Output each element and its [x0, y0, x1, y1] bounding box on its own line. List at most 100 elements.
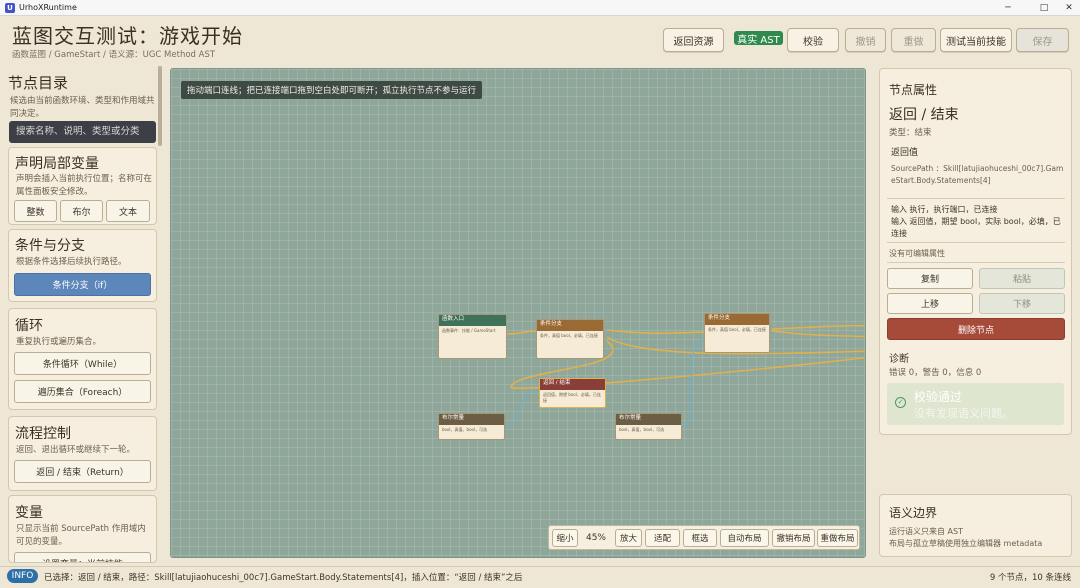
add-foreach-button[interactable]: 遍历集合（Foreach） [14, 380, 151, 403]
app-icon: U [5, 2, 15, 13]
undo-button[interactable]: 撤销 [845, 28, 886, 52]
status-message: 已选择：返回 / 结束，路径：Skill[latujiaohuceshi_00c… [44, 573, 523, 583]
semantic-desc: 运行语义只来自 AST 布局与孤立草稿使用独立编辑器 metadata [889, 527, 1043, 548]
section-title: 变量 [15, 505, 43, 521]
add-text-button[interactable]: 文本 [106, 200, 150, 222]
redo-layout-button[interactable]: 重做布局 [817, 529, 858, 547]
node-body: 返回值，期望 bool，必填，已连接 [543, 392, 601, 403]
node-inspector: 节点属性 返回 / 结束 类型：结束 返回值 SourcePath ：Skill… [879, 68, 1072, 435]
validation-result: ✓ 校验通过 没有发现语义问题。 [887, 383, 1064, 425]
sidebar-title: 节点目录 [8, 74, 69, 92]
add-while-button[interactable]: 条件循环（While） [14, 352, 151, 375]
sidebar-scrollbar[interactable] [158, 66, 162, 146]
node-title: 返回 / 结束 [540, 379, 605, 390]
node-title: 条件分支 [537, 320, 603, 331]
status-bar: INFO 已选择：返回 / 结束，路径：Skill[latujiaohucesh… [0, 566, 1080, 588]
node-if-2[interactable]: 条件分支 条件，真值 bool，必填，已连接 [704, 313, 770, 353]
move-down-button[interactable]: 下移 [979, 293, 1065, 314]
paste-node-button[interactable]: 粘贴 [979, 268, 1065, 289]
divider [887, 198, 1065, 199]
port-info: 输入 执行，执行端口，已连接 输入 返回值，期望 bool，实际 bool，必填… [891, 205, 1061, 238]
wire-branch-out-1[interactable] [771, 324, 866, 330]
validate-button[interactable]: 校验 [787, 28, 839, 52]
section-desc: 声明会插入当前执行位置；名称可在属性面板安全修改。 [16, 174, 153, 197]
section-locals: 声明局部变量 声明会插入当前执行位置；名称可在属性面板安全修改。 整数 布尔 文… [8, 147, 157, 225]
section-vars: 变量 只显示当前 SourcePath 作用域内可见的变量。 设置变量：当前技能 [8, 495, 157, 563]
return-label: 返回值 [891, 148, 919, 158]
wire-branch-out-2[interactable] [771, 330, 866, 338]
source-path: SourcePath ：Skill[latujiaohuceshi_00c7].… [891, 164, 1064, 185]
save-button[interactable]: 保存 [1016, 28, 1069, 52]
close-icon[interactable]: ✕ [1058, 0, 1080, 16]
sidebar-desc: 候选由当前函数环境、类型和作用域共同决定。 [10, 96, 155, 119]
section-branch: 条件与分支 根据条件选择后续执行路径。 条件分支（if） [8, 229, 157, 302]
add-if-node-button[interactable]: 条件分支（if） [14, 273, 151, 296]
semantic-title: 语义边界 [889, 506, 938, 520]
diagnostics-title: 诊断 [889, 354, 909, 365]
node-body: bool，真值，bool，可选 [442, 427, 488, 432]
set-variable-button[interactable]: 设置变量：当前技能 [14, 552, 151, 562]
section-title: 声明局部变量 [15, 156, 99, 172]
diagnostics-counts: 错误 0，警告 0，信息 0 [889, 368, 982, 378]
wire-entry-branch[interactable] [506, 330, 538, 335]
section-desc: 根据条件选择后续执行路径。 [16, 257, 127, 267]
section-loop: 循环 重复执行或遍历集合。 条件循环（While） 遍历集合（Foreach） [8, 308, 157, 410]
no-editable-props: 没有可编辑属性 [889, 249, 945, 258]
ast-status-badge: 真实 AST [734, 31, 783, 46]
page-title: 蓝图交互测试：游戏开始 [12, 24, 243, 48]
node-body: 条件，真值 bool，必填，已连接 [708, 327, 766, 332]
zoom-level: 45% [585, 533, 606, 543]
graph-counts: 9 个节点，10 条连线 [989, 573, 1071, 583]
zoom-out-button[interactable]: 缩小 [552, 529, 578, 547]
divider [887, 242, 1065, 243]
node-if-1[interactable]: 条件分支 条件，真值 bool，必填，已连接 [536, 319, 604, 359]
divider [887, 262, 1065, 263]
selected-node-name: 返回 / 结束 [889, 107, 959, 123]
redo-button[interactable]: 重做 [891, 28, 936, 52]
fit-button[interactable]: 适配 [645, 529, 680, 547]
node-title: 布尔常量 [616, 414, 681, 425]
node-bool-const-1[interactable]: 布尔常量 bool，真值，bool，可选 [438, 413, 505, 440]
log-level-badge: INFO [7, 569, 38, 583]
minimize-icon[interactable]: ─ [990, 0, 1026, 16]
window-title: UrhoXRuntime [19, 3, 77, 12]
wire-bool-return[interactable] [505, 390, 539, 427]
node-body: 函数事件：技能 / GameStart [442, 328, 496, 333]
test-skill-button[interactable]: 测试当前技能 [940, 28, 1012, 52]
check-circle-icon: ✓ [895, 397, 906, 408]
wire-branch-branch[interactable] [606, 329, 705, 335]
inspector-title: 节点属性 [889, 83, 938, 97]
copy-node-button[interactable]: 复制 [887, 268, 973, 289]
section-desc: 重复执行或遍历集合。 [16, 337, 102, 347]
maximize-icon[interactable]: □ [1026, 0, 1062, 16]
undo-layout-button[interactable]: 撤销布局 [772, 529, 815, 547]
delete-node-button[interactable]: 删除节点 [887, 318, 1065, 340]
semantic-boundary-panel: 语义边界 运行语义只来自 AST 布局与孤立草稿使用独立编辑器 metadata [879, 494, 1072, 557]
section-flow: 流程控制 返回、退出循环或继续下一轮。 返回 / 结束（Return） [8, 416, 157, 491]
blueprint-canvas[interactable]: 拖动端口连线；把已连接端口拖到空白处即可断开；孤立执行节点不参与运行 函数入口 … [170, 68, 866, 558]
box-select-button[interactable]: 框选 [683, 529, 717, 547]
node-title: 条件分支 [705, 314, 769, 325]
node-function-entry[interactable]: 函数入口 函数事件：技能 / GameStart [438, 314, 507, 359]
add-return-button[interactable]: 返回 / 结束（Return） [14, 460, 151, 483]
node-return[interactable]: 返回 / 结束 返回值，期望 bool，必填，已连接 [539, 378, 606, 408]
node-type: 类型：结束 [889, 128, 932, 138]
auto-layout-button[interactable]: 自动布局 [720, 529, 769, 547]
add-int-button[interactable]: 整数 [14, 200, 57, 222]
zoom-in-button[interactable]: 放大 [615, 529, 642, 547]
back-to-resources-button[interactable]: 返回资源 [663, 28, 724, 52]
add-bool-button[interactable]: 布尔 [60, 200, 103, 222]
section-desc: 只显示当前 SourcePath 作用域内可见的变量。 [16, 524, 146, 547]
section-title: 循环 [15, 318, 43, 334]
node-title: 布尔常量 [439, 414, 504, 425]
section-title: 条件与分支 [15, 238, 85, 254]
breadcrumb: 函数蓝图 / GameStart / 语义源：UGC Method AST [12, 50, 216, 60]
node-search-input[interactable]: 搜索名称、说明、类型或分类 [9, 121, 156, 143]
node-bool-const-2[interactable]: 布尔常量 bool，真值，bool，可选 [615, 413, 682, 440]
section-desc: 返回、退出循环或继续下一轮。 [16, 445, 136, 455]
validation-desc: 没有发现语义问题。 [914, 407, 1013, 420]
move-up-button[interactable]: 上移 [887, 293, 973, 314]
canvas-zoom-toolbar: 缩小 45% 放大 适配 框选 自动布局 撤销布局 重做布局 [548, 525, 860, 550]
node-body: 条件，真值 bool，必填，已连接 [540, 333, 598, 338]
section-title: 流程控制 [15, 426, 71, 442]
